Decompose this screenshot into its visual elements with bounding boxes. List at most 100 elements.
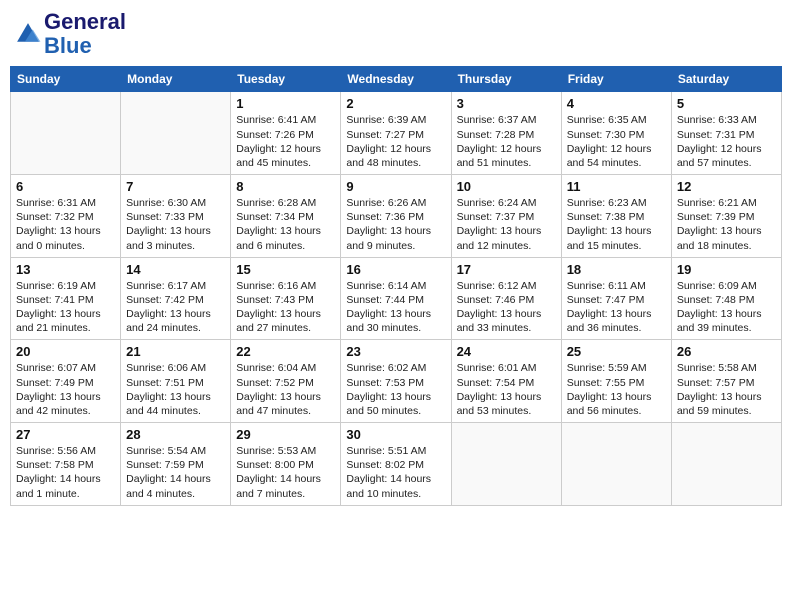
day-detail: Sunrise: 6:28 AM Sunset: 7:34 PM Dayligh… — [236, 196, 335, 253]
day-cell: 14 Sunrise: 6:17 AM Sunset: 7:42 PM Dayli… — [121, 257, 231, 340]
day-number: 3 — [457, 96, 556, 111]
day-number: 19 — [677, 262, 776, 277]
day-cell: 22 Sunrise: 6:04 AM Sunset: 7:52 PM Dayli… — [231, 340, 341, 423]
day-cell: 16 Sunrise: 6:14 AM Sunset: 7:44 PM Dayli… — [341, 257, 451, 340]
day-number: 6 — [16, 179, 115, 194]
day-cell — [561, 423, 671, 506]
day-number: 29 — [236, 427, 335, 442]
day-cell: 13Sunrise: 6:19 AM Sunset: 7:41 PM Dayli… — [11, 257, 121, 340]
weekday-monday: Monday — [121, 67, 231, 92]
logo-icon — [14, 20, 42, 48]
day-cell: 20 Sunrise: 6:07 AM Sunset: 7:49 PM Dayli… — [11, 340, 121, 423]
day-number: 4 — [567, 96, 666, 111]
day-detail: Sunrise: 6:04 AM Sunset: 7:52 PM Dayligh… — [236, 361, 335, 418]
day-detail: Sunrise: 6:31 AM Sunset: 7:32 PM Dayligh… — [16, 196, 115, 253]
day-detail: Sunrise: 6:39 AM Sunset: 7:27 PM Dayligh… — [346, 113, 445, 170]
calendar-table: SundayMondayTuesdayWednesdayThursdayFrid… — [10, 66, 782, 505]
day-number: 7 — [126, 179, 225, 194]
day-number: 30 — [346, 427, 445, 442]
day-detail: Sunrise: 5:54 AM Sunset: 7:59 PM Dayligh… — [126, 444, 225, 501]
day-detail: Sunrise: 6:19 AM Sunset: 7:41 PM Dayligh… — [16, 279, 115, 336]
day-cell: 17 Sunrise: 6:12 AM Sunset: 7:46 PM Dayli… — [451, 257, 561, 340]
day-cell: 24Sunrise: 6:01 AM Sunset: 7:54 PM Dayli… — [451, 340, 561, 423]
day-cell: 1 Sunrise: 6:41 AM Sunset: 7:26 PM Daylig… — [231, 92, 341, 175]
day-cell: 11Sunrise: 6:23 AM Sunset: 7:38 PM Dayli… — [561, 175, 671, 258]
day-cell: 9 Sunrise: 6:26 AM Sunset: 7:36 PM Daylig… — [341, 175, 451, 258]
day-number: 18 — [567, 262, 666, 277]
day-number: 28 — [126, 427, 225, 442]
day-cell: 4 Sunrise: 6:35 AM Sunset: 7:30 PM Daylig… — [561, 92, 671, 175]
day-number: 27 — [16, 427, 115, 442]
day-detail: Sunrise: 6:12 AM Sunset: 7:46 PM Dayligh… — [457, 279, 556, 336]
day-number: 17 — [457, 262, 556, 277]
day-cell: 19Sunrise: 6:09 AM Sunset: 7:48 PM Dayli… — [671, 257, 781, 340]
day-cell: 6 Sunrise: 6:31 AM Sunset: 7:32 PM Daylig… — [11, 175, 121, 258]
week-row-1: 6 Sunrise: 6:31 AM Sunset: 7:32 PM Daylig… — [11, 175, 782, 258]
day-detail: Sunrise: 5:51 AM Sunset: 8:02 PM Dayligh… — [346, 444, 445, 501]
day-detail: Sunrise: 6:07 AM Sunset: 7:49 PM Dayligh… — [16, 361, 115, 418]
day-detail: Sunrise: 6:35 AM Sunset: 7:30 PM Dayligh… — [567, 113, 666, 170]
day-cell — [121, 92, 231, 175]
day-number: 22 — [236, 344, 335, 359]
day-detail: Sunrise: 5:53 AM Sunset: 8:00 PM Dayligh… — [236, 444, 335, 501]
day-detail: Sunrise: 6:37 AM Sunset: 7:28 PM Dayligh… — [457, 113, 556, 170]
day-detail: Sunrise: 5:56 AM Sunset: 7:58 PM Dayligh… — [16, 444, 115, 501]
day-cell: 10 Sunrise: 6:24 AM Sunset: 7:37 PM Dayli… — [451, 175, 561, 258]
week-row-0: 1 Sunrise: 6:41 AM Sunset: 7:26 PM Daylig… — [11, 92, 782, 175]
weekday-thursday: Thursday — [451, 67, 561, 92]
logo-line2: Blue — [44, 34, 126, 58]
day-detail: Sunrise: 6:26 AM Sunset: 7:36 PM Dayligh… — [346, 196, 445, 253]
day-detail: Sunrise: 6:41 AM Sunset: 7:26 PM Dayligh… — [236, 113, 335, 170]
day-detail: Sunrise: 6:30 AM Sunset: 7:33 PM Dayligh… — [126, 196, 225, 253]
day-number: 14 — [126, 262, 225, 277]
weekday-saturday: Saturday — [671, 67, 781, 92]
day-number: 5 — [677, 96, 776, 111]
logo-line1: General — [44, 10, 126, 34]
day-detail: Sunrise: 5:58 AM Sunset: 7:57 PM Dayligh… — [677, 361, 776, 418]
day-detail: Sunrise: 6:33 AM Sunset: 7:31 PM Dayligh… — [677, 113, 776, 170]
day-cell — [451, 423, 561, 506]
week-row-4: 27 Sunrise: 5:56 AM Sunset: 7:58 PM Dayli… — [11, 423, 782, 506]
day-number: 20 — [16, 344, 115, 359]
weekday-wednesday: Wednesday — [341, 67, 451, 92]
day-cell: 28 Sunrise: 5:54 AM Sunset: 7:59 PM Dayli… — [121, 423, 231, 506]
weekday-sunday: Sunday — [11, 67, 121, 92]
day-number: 16 — [346, 262, 445, 277]
day-detail: Sunrise: 6:14 AM Sunset: 7:44 PM Dayligh… — [346, 279, 445, 336]
day-cell: 5 Sunrise: 6:33 AM Sunset: 7:31 PM Daylig… — [671, 92, 781, 175]
day-number: 11 — [567, 179, 666, 194]
day-cell: 3 Sunrise: 6:37 AM Sunset: 7:28 PM Daylig… — [451, 92, 561, 175]
logo: General Blue — [14, 10, 126, 58]
week-row-2: 13Sunrise: 6:19 AM Sunset: 7:41 PM Dayli… — [11, 257, 782, 340]
day-cell: 18 Sunrise: 6:11 AM Sunset: 7:47 PM Dayli… — [561, 257, 671, 340]
day-number: 25 — [567, 344, 666, 359]
day-detail: Sunrise: 6:21 AM Sunset: 7:39 PM Dayligh… — [677, 196, 776, 253]
day-detail: Sunrise: 6:17 AM Sunset: 7:42 PM Dayligh… — [126, 279, 225, 336]
day-detail: Sunrise: 6:16 AM Sunset: 7:43 PM Dayligh… — [236, 279, 335, 336]
day-number: 2 — [346, 96, 445, 111]
day-number: 23 — [346, 344, 445, 359]
day-number: 8 — [236, 179, 335, 194]
calendar-body: 1 Sunrise: 6:41 AM Sunset: 7:26 PM Daylig… — [11, 92, 782, 505]
day-cell: 30 Sunrise: 5:51 AM Sunset: 8:02 PM Dayli… — [341, 423, 451, 506]
day-number: 24 — [457, 344, 556, 359]
day-cell: 27 Sunrise: 5:56 AM Sunset: 7:58 PM Dayli… — [11, 423, 121, 506]
day-cell — [671, 423, 781, 506]
weekday-header-row: SundayMondayTuesdayWednesdayThursdayFrid… — [11, 67, 782, 92]
day-detail: Sunrise: 6:02 AM Sunset: 7:53 PM Dayligh… — [346, 361, 445, 418]
day-cell: 8 Sunrise: 6:28 AM Sunset: 7:34 PM Daylig… — [231, 175, 341, 258]
day-number: 10 — [457, 179, 556, 194]
day-cell — [11, 92, 121, 175]
day-number: 12 — [677, 179, 776, 194]
page-header: General Blue — [10, 10, 782, 58]
day-detail: Sunrise: 6:24 AM Sunset: 7:37 PM Dayligh… — [457, 196, 556, 253]
day-detail: Sunrise: 5:59 AM Sunset: 7:55 PM Dayligh… — [567, 361, 666, 418]
day-number: 15 — [236, 262, 335, 277]
logo-text: General Blue — [44, 10, 126, 58]
day-number: 1 — [236, 96, 335, 111]
weekday-tuesday: Tuesday — [231, 67, 341, 92]
day-detail: Sunrise: 6:11 AM Sunset: 7:47 PM Dayligh… — [567, 279, 666, 336]
day-cell: 29 Sunrise: 5:53 AM Sunset: 8:00 PM Dayli… — [231, 423, 341, 506]
day-cell: 7 Sunrise: 6:30 AM Sunset: 7:33 PM Daylig… — [121, 175, 231, 258]
day-number: 9 — [346, 179, 445, 194]
